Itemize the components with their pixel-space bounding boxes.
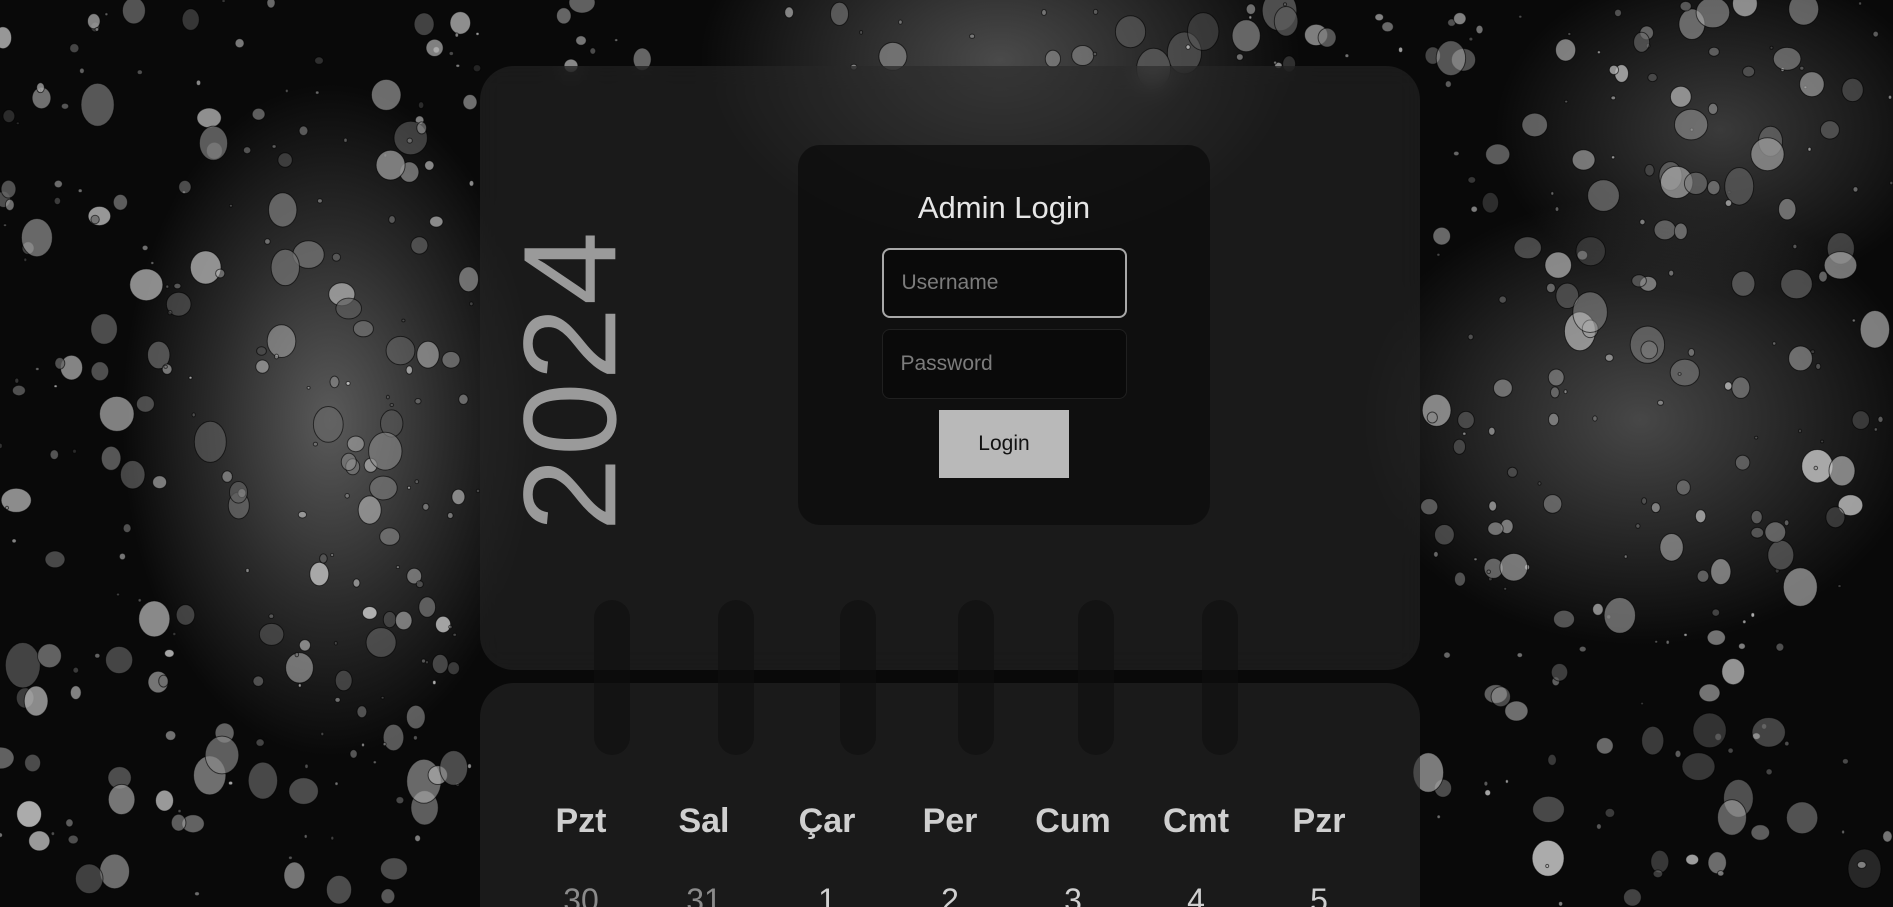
binder-ring bbox=[1078, 600, 1114, 755]
weekday-label: Cmt bbox=[1162, 802, 1230, 840]
weekday-label: Pzr bbox=[1292, 802, 1346, 840]
calendar-day[interactable]: 31 bbox=[643, 882, 765, 907]
calendar-day[interactable]: 1 bbox=[766, 882, 888, 907]
calendar-day[interactable]: 5 bbox=[1258, 882, 1380, 907]
binder-ring bbox=[594, 600, 630, 755]
login-form: Admin Login Login bbox=[798, 145, 1210, 525]
login-title: Admin Login bbox=[917, 190, 1091, 225]
calendar-day[interactable]: 4 bbox=[1135, 882, 1257, 907]
calendar-day-row: 30 31 1 2 3 4 5 bbox=[520, 882, 1380, 907]
weekday-label: Cum bbox=[1035, 802, 1111, 840]
binder-ring bbox=[718, 600, 754, 755]
year-label: 2024 bbox=[497, 229, 644, 531]
year-text: 2024 bbox=[496, 229, 644, 531]
calendar-day[interactable]: 2 bbox=[889, 882, 1011, 907]
calendar-day[interactable]: 30 bbox=[520, 882, 642, 907]
weekday-label: Çar bbox=[798, 802, 856, 840]
binder-ring bbox=[840, 600, 876, 755]
weekday-header-row: Pzt Sal Çar Per Cum Cmt Pzr bbox=[520, 802, 1380, 841]
weekday-label: Pzt bbox=[555, 802, 607, 840]
password-input[interactable] bbox=[881, 329, 1127, 399]
weekday-label: Sal bbox=[678, 802, 730, 840]
username-input[interactable] bbox=[881, 248, 1127, 318]
login-button[interactable]: Login bbox=[939, 410, 1069, 478]
binder-ring bbox=[1202, 600, 1238, 755]
weekday-label: Per bbox=[922, 802, 978, 840]
calendar-day[interactable]: 3 bbox=[1012, 882, 1134, 907]
binder-ring bbox=[958, 600, 994, 755]
